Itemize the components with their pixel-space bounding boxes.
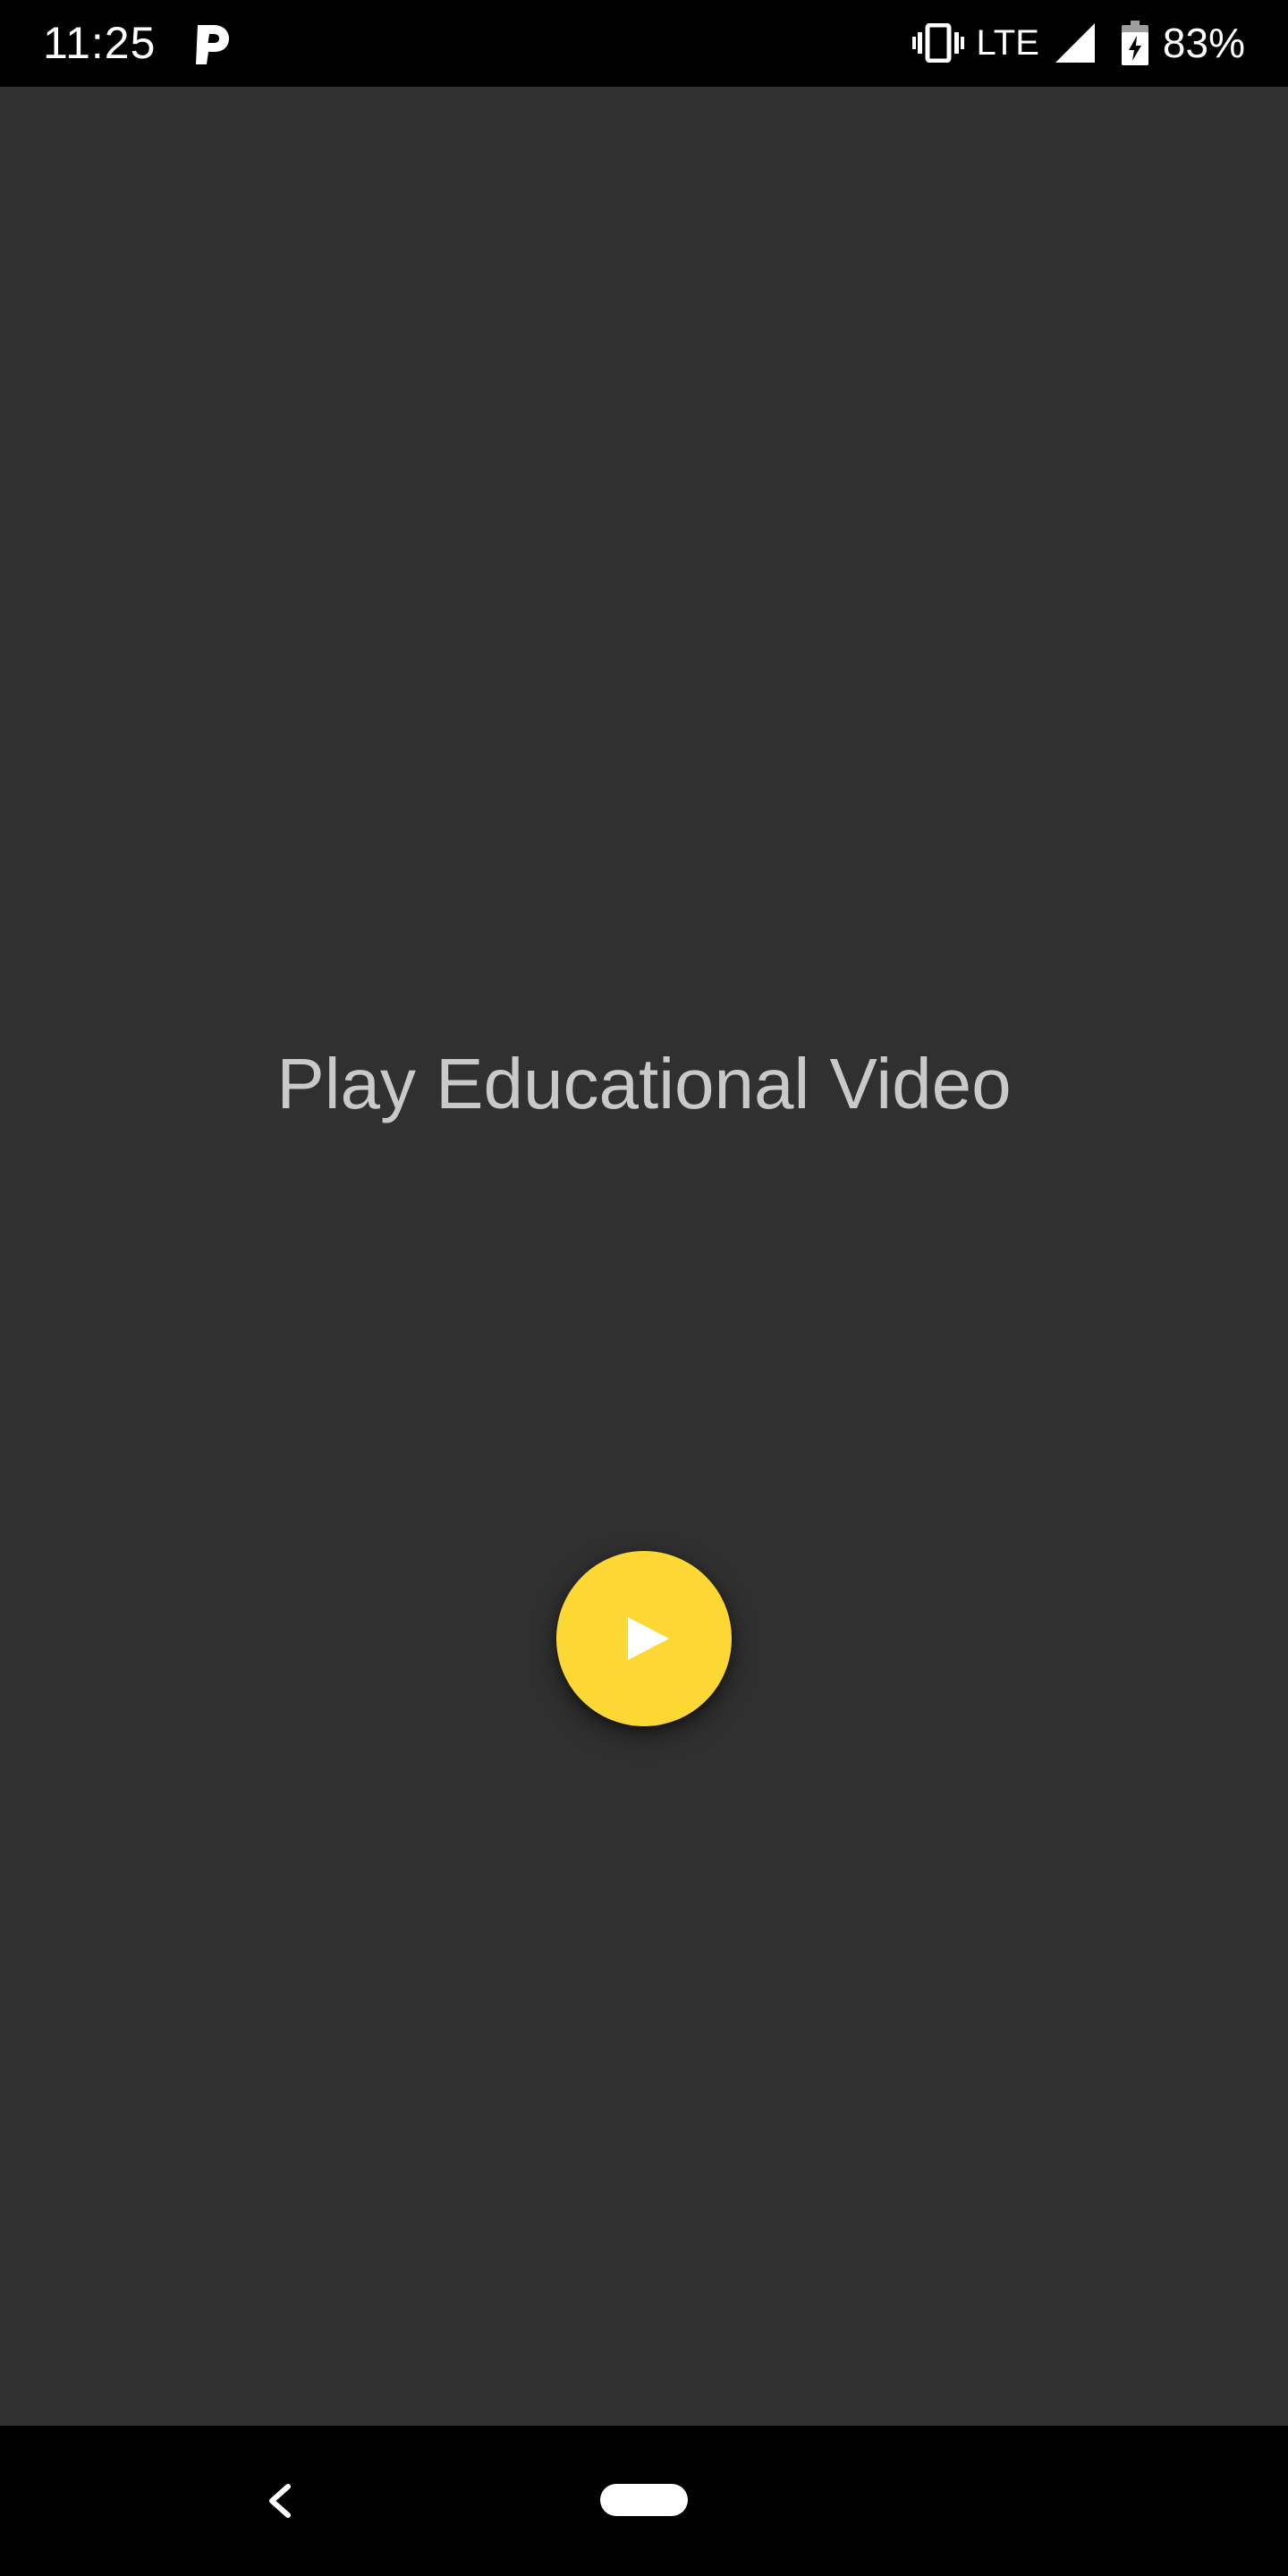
vibrate-icon [911,23,964,63]
parking-p-icon [196,25,229,64]
signal-icon [1055,23,1095,63]
home-pill-icon[interactable] [600,2484,688,2516]
status-icons: LTE 83% [911,16,1245,70]
play-button[interactable] [556,1551,732,1726]
network-type: LTE [976,23,1039,63]
battery-percent: 83% [1162,20,1245,66]
main-content: Play Educational Video [0,87,1288,2426]
screen: 11:25 LTE 83% Play Educational Video [0,0,1288,2576]
status-bar: 11:25 LTE 83% [0,0,1288,87]
play-icon [628,1617,669,1660]
page-title: Play Educational Video [276,1044,1012,1123]
back-chevron-icon[interactable] [259,2479,302,2522]
status-time: 11:25 [43,18,157,68]
navigation-bar [0,2426,1288,2576]
battery-charging-icon [1121,21,1148,65]
